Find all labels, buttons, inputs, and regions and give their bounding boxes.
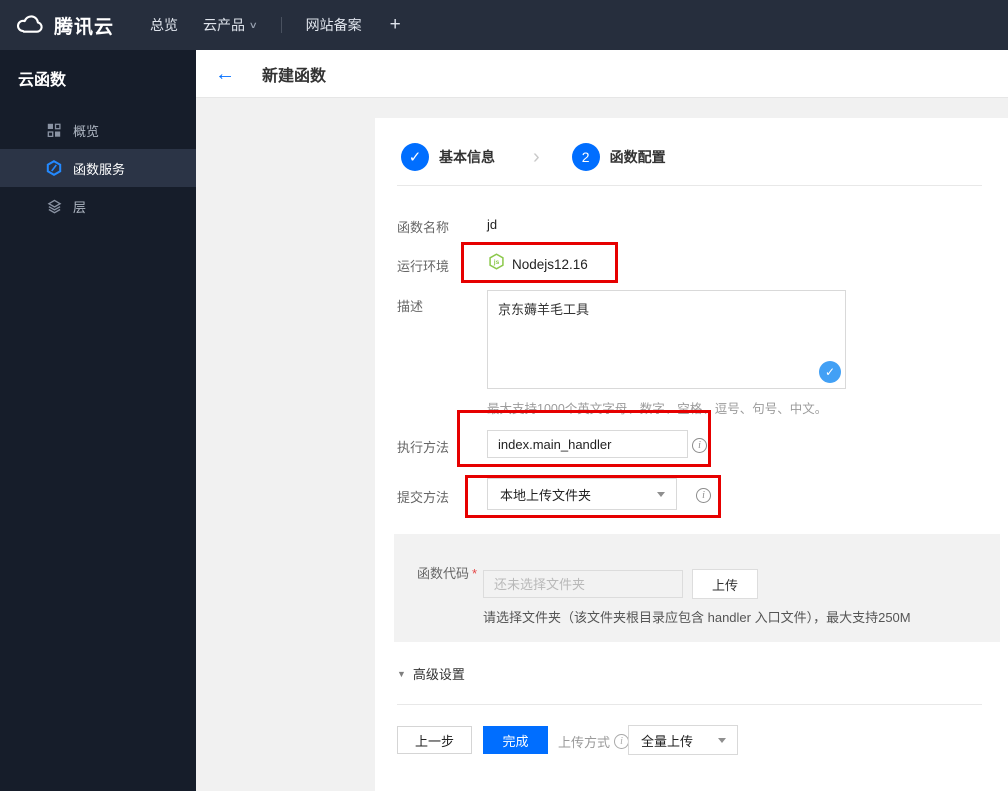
sidebar-item-label: 概览: [73, 123, 100, 139]
page-title: 新建函数: [262, 67, 327, 85]
step2-number: 2: [571, 143, 600, 171]
layers-icon: [46, 198, 62, 214]
folder-path-input[interactable]: [483, 570, 683, 598]
dropdown-arrow-icon: [718, 738, 726, 743]
function-code-label: 函数代码 *: [417, 566, 478, 581]
runtime-value: js Nodejs12.16: [488, 253, 588, 275]
submit-method-select[interactable]: 本地上传文件夹: [487, 478, 677, 510]
submit-method-label: 提交方法: [397, 490, 450, 505]
description-label: 描述: [397, 299, 424, 314]
step1-label: 基本信息: [439, 149, 495, 165]
nodejs-icon: js: [488, 253, 505, 275]
nav-divider: [280, 17, 282, 33]
valid-check-icon: ✓: [819, 361, 841, 383]
finish-button[interactable]: 完成: [483, 726, 548, 754]
sidebar-menu: 概览 函数服务 层: [0, 111, 196, 225]
grid-icon: [46, 122, 62, 138]
step-chevron-icon: ›: [533, 146, 540, 168]
function-name-label: 函数名称: [397, 220, 450, 235]
handler-input[interactable]: [487, 430, 688, 458]
tencent-cloud-console: 腾讯云 总览 云产品 ∨ 网站备案 + 云函数 概览 函数服务 层 ← 新建函数…: [0, 0, 1008, 791]
advanced-settings-label: 高级设置: [412, 667, 465, 682]
divider: [397, 185, 982, 186]
brand-name: 腾讯云: [54, 16, 115, 38]
description-textarea[interactable]: 京东薅羊毛工具: [487, 290, 846, 389]
step2-label: 函数配置: [609, 149, 666, 165]
create-function-card: ✓ 基本信息 › 2 函数配置 函数名称 运行环境 描述 执行方法 提交方法 j…: [375, 118, 1008, 791]
page-header: ← 新建函数: [196, 50, 1008, 98]
sidebar-item-label: 函数服务: [73, 161, 126, 177]
nav-cloud-products[interactable]: 云产品 ∨: [203, 15, 258, 35]
sidebar-item-layers[interactable]: 层: [0, 187, 196, 225]
sidebar-item-overview[interactable]: 概览: [0, 111, 196, 149]
info-icon[interactable]: i: [614, 734, 630, 749]
description-hint: 最大支持1000个英文字母、数字、空格、逗号、句号、中文。: [487, 402, 828, 416]
upload-mode-value: 全量上传: [641, 733, 694, 749]
top-nav: 总览 云产品 ∨ 网站备案 +: [114, 14, 401, 36]
handler-label: 执行方法: [397, 440, 450, 455]
back-arrow-icon[interactable]: ←: [215, 64, 235, 84]
runtime-label: 运行环境: [397, 259, 450, 274]
sidebar: 云函数 概览 函数服务 层: [0, 50, 196, 791]
runtime-text: Nodejs12.16: [512, 256, 588, 272]
svg-text:js: js: [493, 259, 500, 266]
function-hexagon-icon: [46, 160, 62, 176]
sidebar-item-label: 层: [73, 199, 87, 215]
brand-logo[interactable]: 腾讯云: [14, 12, 114, 39]
function-code-hint: 请选择文件夹（该文件夹根目录应包含 handler 入口文件），最大支持250M: [483, 610, 911, 625]
topbar: 腾讯云 总览 云产品 ∨ 网站备案 +: [0, 0, 1008, 50]
function-code-section: 函数代码* 上传 请选择文件夹（该文件夹根目录应包含 handler 入口文件）…: [394, 534, 1000, 642]
sidebar-title: 云函数: [18, 72, 67, 89]
nav-icp-record[interactable]: 网站备案: [306, 15, 362, 35]
divider: [397, 704, 982, 705]
step1-check-icon: ✓: [401, 143, 429, 171]
caret-down-icon: ▼: [397, 668, 406, 679]
info-icon[interactable]: i: [692, 438, 707, 453]
upload-mode-label: 上传方式: [558, 735, 611, 750]
sidebar-item-function-service[interactable]: 函数服务: [0, 149, 196, 187]
submit-method-value: 本地上传文件夹: [500, 487, 592, 503]
function-name-value: jd: [487, 217, 498, 232]
cloud-logo-icon: [14, 12, 45, 39]
upload-mode-select[interactable]: 全量上传: [628, 725, 738, 755]
dropdown-arrow-icon: [657, 492, 665, 497]
chevron-down-icon: ∨: [248, 19, 258, 30]
info-icon[interactable]: i: [696, 488, 711, 503]
nav-overview[interactable]: 总览: [150, 15, 178, 35]
upload-mode: 上传方式 i: [558, 732, 630, 751]
advanced-settings-toggle[interactable]: ▼ 高级设置: [397, 664, 465, 683]
previous-step-button[interactable]: 上一步: [397, 726, 472, 754]
step-indicator: ✓ 基本信息 › 2 函数配置: [401, 143, 666, 171]
required-asterisk: *: [472, 566, 478, 581]
upload-button[interactable]: 上传: [692, 569, 758, 599]
nav-add-button[interactable]: +: [390, 14, 401, 36]
